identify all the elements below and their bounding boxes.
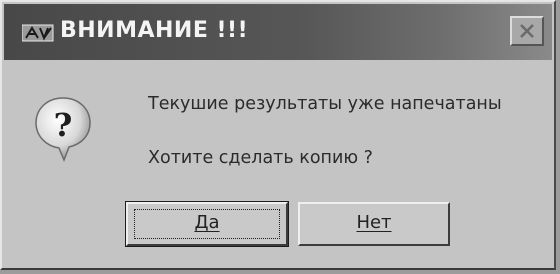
close-button[interactable] <box>510 16 544 46</box>
dialog-title: ВНИМАНИЕ !!! <box>60 18 249 43</box>
question-icon: ? <box>32 94 94 164</box>
close-icon <box>520 24 534 38</box>
title-bar[interactable]: ВНИМАНИЕ !!! <box>4 4 552 60</box>
yes-button[interactable]: Да <box>125 201 289 247</box>
alert-dialog: ВНИМАНИЕ !!! ? Текушие результаты уже на… <box>0 0 556 270</box>
no-button-label: Нет <box>356 212 392 233</box>
focus-rectangle <box>134 209 280 239</box>
no-button[interactable]: Нет <box>298 202 450 246</box>
message-text: Текушие результаты уже напечатаны <box>148 94 502 114</box>
question-text: Хотите сделать копию ? <box>148 148 373 168</box>
svg-text:?: ? <box>54 106 73 144</box>
app-icon <box>21 24 54 42</box>
